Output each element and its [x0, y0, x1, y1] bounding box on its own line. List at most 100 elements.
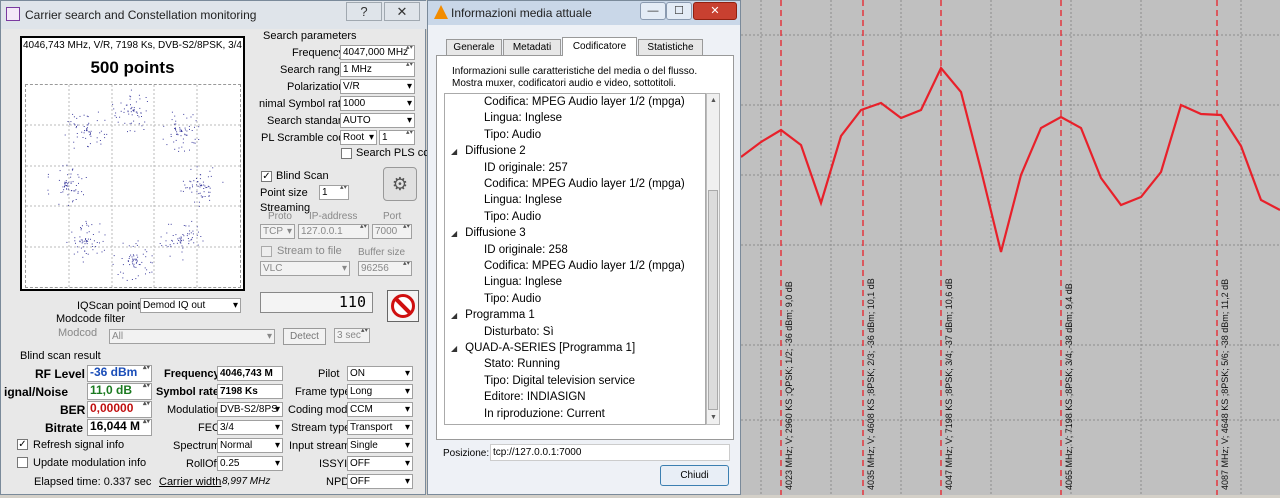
point-size-input[interactable]: 1 [319, 185, 349, 200]
expand-arrow-icon[interactable]: ◢ [451, 344, 457, 353]
search-standard-label: Search standard [267, 115, 348, 127]
tree-item[interactable]: Lingua: Inglese [484, 112, 562, 124]
frequency-input[interactable]: 4047,000 MHz [340, 45, 415, 60]
refresh-signal-checkbox[interactable]: ✓ [17, 439, 28, 450]
port-input[interactable]: 7000 [372, 224, 412, 239]
npd-label: NPD [326, 476, 350, 488]
tree-item-text: Tipo: Digital television service [484, 374, 636, 387]
update-modulation-checkbox[interactable] [17, 457, 28, 468]
pl-scramble-code-input[interactable]: 1 [379, 130, 415, 145]
tree-item[interactable]: Editore: INDIASIGN [484, 391, 586, 403]
frame-type-select[interactable]: Long [347, 384, 413, 399]
spectrum-select[interactable]: Normal [217, 438, 283, 453]
tree-item[interactable]: Tipo: Digital television service [484, 375, 635, 387]
chiudi-button[interactable]: Chiudi [660, 465, 729, 486]
rolloff-select[interactable]: 0.25 [217, 456, 283, 471]
modcode-select[interactable]: All [109, 329, 275, 344]
tree-scrollbar[interactable]: ▲ ▼ [706, 93, 720, 425]
npd-select[interactable]: OFF [347, 474, 413, 489]
tree-item[interactable]: Lingua: Inglese [484, 194, 562, 206]
player-select[interactable]: VLC [260, 261, 350, 276]
issyi-select[interactable]: OFF [347, 456, 413, 471]
detect-button[interactable]: Detect [283, 328, 326, 345]
pl-scramble-mode-select[interactable]: Root [340, 130, 377, 145]
elapsed-time: Elapsed time: 0.337 sec [34, 476, 152, 488]
point-size-label: Point size [260, 187, 308, 199]
scrollbar-thumb[interactable] [708, 190, 718, 410]
tree-item-text: Diffusione 3 [465, 227, 526, 240]
tab-generale[interactable]: Generale [446, 39, 502, 55]
tree-item[interactable]: Stato: Running [484, 358, 560, 370]
tree-item[interactable]: Codifica: MPEG Audio layer 1/2 (mpga) [484, 260, 685, 272]
rf-level-label: RF Level [35, 367, 86, 381]
tree-item[interactable]: Disturbato: Sì [484, 326, 554, 338]
carrier-width-value: 8,997 MHz [222, 476, 271, 487]
proto-select[interactable]: TCP [260, 224, 295, 239]
iqscan-select[interactable]: Demod IQ out [140, 298, 241, 313]
bitrate-value: 16,044 M [87, 419, 152, 436]
tree-item-text: Codifica: MPEG Audio layer 1/2 (mpga) [484, 260, 685, 272]
media-window-titlebar[interactable]: Informazioni media attuale — ☐ ✕ [428, 1, 740, 25]
tree-item[interactable]: Codifica: MPEG Audio layer 1/2 (mpga) [484, 96, 685, 108]
buffer-size-label: Buffer size [358, 247, 406, 258]
input-stream-select[interactable]: Single [347, 438, 413, 453]
scroll-down-icon[interactable]: ▼ [710, 414, 717, 421]
tree-item-text: Diffusione 2 [465, 145, 526, 158]
media-close-button[interactable]: ✕ [693, 2, 737, 20]
ip-address-input[interactable]: 127.0.0.1 [298, 224, 369, 239]
expand-arrow-icon[interactable]: ◢ [451, 229, 457, 238]
stream-type-select[interactable]: Transport [347, 420, 413, 435]
tree-group[interactable]: ◢ Diffusione 2 [451, 145, 526, 157]
carrier-window-titlebar[interactable]: Carrier search and Constellation monitor… [1, 1, 427, 29]
symbol-rate-select[interactable]: 1000 [340, 96, 415, 111]
scroll-up-icon[interactable]: ▲ [710, 97, 717, 104]
tree-item[interactable]: Codifica: MPEG Audio layer 1/2 (mpga) [484, 178, 685, 190]
constellation-points-label: 500 points [90, 58, 175, 77]
search-range-input[interactable]: 1 MHz [340, 62, 415, 77]
rf-level-value: -36 dBm [87, 365, 152, 382]
search-pls-checkbox[interactable] [341, 148, 352, 159]
tree-item[interactable]: ID originale: 257 [484, 162, 568, 174]
tree-group[interactable]: ◢ QUAD-A-SERIES [Programma 1] [451, 342, 635, 354]
position-field[interactable]: tcp://127.0.0.1:7000 [490, 444, 730, 461]
minimize-button[interactable]: — [640, 2, 666, 20]
help-button[interactable]: ? [346, 2, 382, 21]
frame-type-label: Frame type [295, 386, 351, 398]
buffer-size-input[interactable]: 96256 [358, 261, 412, 276]
expand-arrow-icon[interactable]: ◢ [451, 311, 457, 320]
carrier-marker-label: 4087 MHz; V; 4648 KS ;8PSK; 5/6; -38 dBm… [1220, 278, 1230, 490]
stream-to-file-checkbox[interactable] [261, 246, 272, 257]
modulation-select[interactable]: DVB-S2/8PS [217, 402, 283, 417]
tab-statistiche[interactable]: Statistiche [638, 39, 703, 55]
fec-select[interactable]: 3/4 [217, 420, 283, 435]
blind-scan-checkbox[interactable]: ✓ [261, 171, 272, 182]
tree-item[interactable]: Tipo: Audio [484, 129, 541, 141]
tree-item[interactable]: Lingua: Inglese [484, 276, 562, 288]
tree-item[interactable]: Tipo: Audio [484, 211, 541, 223]
carrier-window-title: Carrier search and Constellation monitor… [25, 8, 257, 22]
tab-metadati[interactable]: Metadati [503, 39, 561, 55]
maximize-button[interactable]: ☐ [666, 2, 692, 20]
satellite-dish-icon[interactable]: ⚙ [383, 167, 417, 201]
codec-tree[interactable]: Codifica: MPEG Audio layer 1/2 (mpga) Lin… [444, 93, 706, 425]
close-button[interactable]: ✕ [384, 2, 420, 21]
tree-item[interactable]: In riproduzione: Current [484, 408, 605, 420]
media-window-title: Informazioni media attuale [451, 6, 592, 20]
expand-arrow-icon[interactable]: ◢ [451, 147, 457, 156]
tree-item-text: Stato: Running [484, 358, 561, 371]
polarization-select[interactable]: V/R [340, 79, 415, 94]
tree-group[interactable]: ◢ Programma 1 [451, 309, 535, 321]
tree-group[interactable]: ◢ Diffusione 3 [451, 227, 526, 239]
tab-codificatore[interactable]: Codificatore [562, 37, 637, 56]
description-line2: Mostra muxer, codificatori audio e video… [452, 78, 676, 89]
tree-item[interactable]: Tipo: Audio [484, 293, 541, 305]
coding-mode-select[interactable]: CCM [347, 402, 413, 417]
search-standard-select[interactable]: AUTO [340, 113, 415, 128]
seconds-input[interactable]: 3 sec [334, 328, 370, 343]
pilot-select[interactable]: ON [347, 366, 413, 381]
app-icon [6, 7, 20, 21]
tree-item[interactable]: ID originale: 258 [484, 244, 568, 256]
stop-icon [391, 294, 415, 318]
result-frequency-value: 4046,743 M [217, 366, 283, 381]
stop-button[interactable] [387, 290, 419, 322]
